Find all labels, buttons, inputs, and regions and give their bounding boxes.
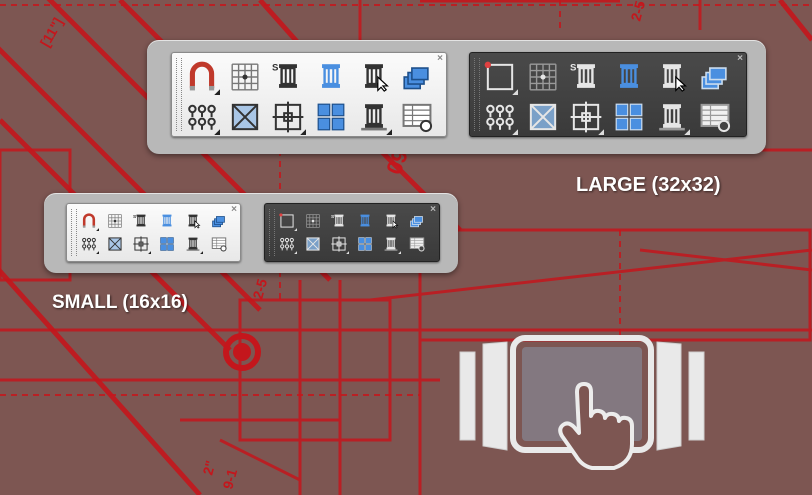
four-squares-icon[interactable]: [615, 103, 643, 131]
dim-text-a: [11"]: [37, 15, 66, 50]
schedule-table-icon[interactable]: [402, 103, 433, 133]
column-base-icon[interactable]: [659, 104, 690, 135]
column-group-icon[interactable]: [486, 104, 518, 135]
column-select-icon[interactable]: [188, 214, 201, 229]
column-select-icon[interactable]: [663, 64, 687, 92]
grid-target-icon[interactable]: [331, 236, 349, 254]
cross-box-icon[interactable]: [108, 237, 122, 251]
four-squares-icon[interactable]: [160, 237, 174, 251]
right-panel: [656, 341, 682, 451]
cross-box-icon[interactable]: [306, 237, 320, 251]
magnet-icon[interactable]: [279, 213, 297, 231]
s-column-icon[interactable]: S: [272, 63, 297, 88]
column-base-icon[interactable]: [186, 237, 203, 254]
swipe-tablet-gesture-icon: [459, 335, 705, 470]
svg-text:S: S: [331, 214, 335, 220]
svg-text:S: S: [570, 63, 577, 74]
large-light-toolbar[interactable]: × S: [171, 52, 447, 137]
four-squares-icon[interactable]: [317, 103, 345, 131]
small-dark-toolbar[interactable]: × S: [264, 203, 440, 262]
stacked-layers-icon[interactable]: [410, 216, 423, 228]
dim-text-d: 2-5: [249, 277, 270, 301]
dim-text-e: 2": [199, 459, 218, 477]
large-dark-toolbar[interactable]: × S: [469, 52, 747, 137]
schedule-table-icon[interactable]: [700, 103, 731, 133]
stacked-layers-icon[interactable]: [403, 67, 429, 90]
column-group-icon[interactable]: [280, 237, 297, 254]
blue-column-icon[interactable]: [322, 64, 340, 88]
blue-column-icon[interactable]: [162, 214, 172, 227]
large-light-icon-set: S: [188, 61, 433, 135]
s-column-icon[interactable]: S: [570, 63, 595, 88]
large-size-label: LARGE (32x32): [576, 174, 721, 196]
dim-text-f: 9-1: [219, 467, 240, 491]
magnet-icon[interactable]: [189, 61, 220, 95]
svg-text:S: S: [272, 63, 279, 74]
column-base-icon[interactable]: [384, 237, 401, 254]
large-icons-panel: × S × S: [147, 40, 766, 154]
grid-snap-icon[interactable]: [231, 63, 259, 91]
dim-text-b: 2-5: [627, 0, 648, 23]
blue-column-icon[interactable]: [360, 214, 370, 227]
cross-box-icon[interactable]: [529, 103, 557, 131]
grid-target-icon[interactable]: [272, 101, 306, 135]
magnet-icon[interactable]: [484, 61, 518, 95]
column-select-icon[interactable]: [365, 64, 389, 92]
magnet-icon[interactable]: [82, 213, 99, 231]
small-icons-panel: × S × S: [44, 193, 458, 273]
column-select-icon[interactable]: [386, 214, 399, 229]
grid-snap-icon[interactable]: [306, 214, 320, 228]
small-light-icon-set: S: [82, 213, 227, 254]
grid-target-icon[interactable]: [570, 101, 604, 135]
blue-column-icon[interactable]: [620, 64, 638, 88]
svg-text:S: S: [133, 214, 137, 220]
column-group-icon[interactable]: [82, 237, 99, 254]
left-panel: [482, 341, 508, 451]
four-squares-icon[interactable]: [358, 237, 372, 251]
stacked-layers-icon[interactable]: [701, 67, 727, 90]
small-light-toolbar[interactable]: × S: [66, 203, 241, 262]
cross-box-icon[interactable]: [231, 103, 259, 131]
s-column-icon[interactable]: S: [331, 214, 344, 227]
illustration-stage: [11"] 2-5 09 2-5 2" 9-1 × S × S LARGE (3…: [0, 0, 812, 495]
schedule-table-icon[interactable]: [211, 237, 227, 252]
grid-snap-icon[interactable]: [108, 214, 122, 228]
left-panel-edge: [459, 351, 476, 441]
grid-snap-icon[interactable]: [529, 63, 557, 91]
s-column-icon[interactable]: S: [133, 214, 146, 227]
column-base-icon[interactable]: [361, 104, 392, 135]
small-dark-icon-set: S: [279, 213, 425, 254]
grid-target-icon[interactable]: [133, 236, 151, 254]
schedule-table-icon[interactable]: [409, 237, 425, 252]
stacked-layers-icon[interactable]: [212, 216, 225, 228]
small-size-label: SMALL (16x16): [52, 292, 188, 313]
right-panel-edge: [688, 351, 705, 441]
column-group-icon[interactable]: [188, 104, 220, 135]
large-dark-icon-set: S: [484, 61, 731, 135]
